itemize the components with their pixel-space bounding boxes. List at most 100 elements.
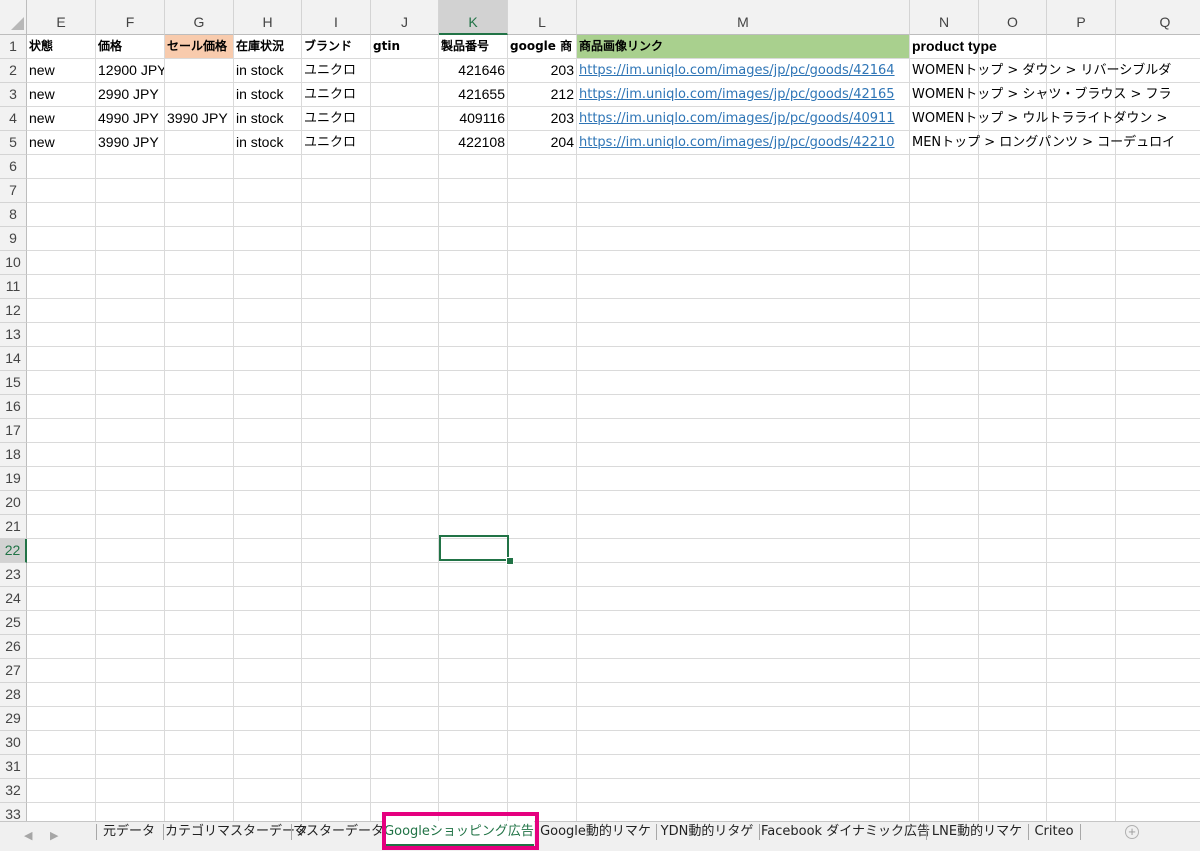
cell-l28[interactable] xyxy=(508,683,577,707)
cell-j21[interactable] xyxy=(371,515,439,539)
cell-j13[interactable] xyxy=(371,323,439,347)
cell-m32[interactable] xyxy=(577,779,910,803)
cell-l5[interactable]: 204 xyxy=(508,131,577,155)
cell-f11[interactable] xyxy=(96,275,165,299)
cell-l31[interactable] xyxy=(508,755,577,779)
cell-e19[interactable] xyxy=(27,467,96,491)
cell-q16[interactable] xyxy=(1116,395,1200,419)
cell-h12[interactable] xyxy=(234,299,302,323)
cell-m14[interactable] xyxy=(577,347,910,371)
cell-l17[interactable] xyxy=(508,419,577,443)
cell-m28[interactable] xyxy=(577,683,910,707)
cell-g30[interactable] xyxy=(165,731,234,755)
cell-e18[interactable] xyxy=(27,443,96,467)
cell-h4[interactable]: in stock xyxy=(234,107,302,131)
cell-f32[interactable] xyxy=(96,779,165,803)
row-header-29[interactable]: 29 xyxy=(0,707,27,731)
cell-n27[interactable] xyxy=(910,659,979,683)
cell-k30[interactable] xyxy=(439,731,508,755)
cell-i32[interactable] xyxy=(302,779,371,803)
row-header-32[interactable]: 32 xyxy=(0,779,27,803)
cell-g3[interactable] xyxy=(165,83,234,107)
cell-i1[interactable]: ブランド xyxy=(302,35,371,59)
cell-f7[interactable] xyxy=(96,179,165,203)
cell-l7[interactable] xyxy=(508,179,577,203)
cell-f6[interactable] xyxy=(96,155,165,179)
cell-q6[interactable] xyxy=(1116,155,1200,179)
cell-n8[interactable] xyxy=(910,203,979,227)
cell-g25[interactable] xyxy=(165,611,234,635)
cell-f18[interactable] xyxy=(96,443,165,467)
cell-i21[interactable] xyxy=(302,515,371,539)
cell-f3[interactable]: 2990 JPY xyxy=(96,83,165,107)
row-header-3[interactable]: 3 xyxy=(0,83,27,107)
cell-h29[interactable] xyxy=(234,707,302,731)
cell-m11[interactable] xyxy=(577,275,910,299)
sheet-tab-1[interactable]: 元データ xyxy=(98,822,160,844)
cell-l2[interactable]: 203 xyxy=(508,59,577,83)
cell-o9[interactable] xyxy=(979,227,1047,251)
cell-n9[interactable] xyxy=(910,227,979,251)
cell-i11[interactable] xyxy=(302,275,371,299)
column-header-e[interactable]: E xyxy=(27,0,96,35)
cell-e32[interactable] xyxy=(27,779,96,803)
cell-f21[interactable] xyxy=(96,515,165,539)
cell-f19[interactable] xyxy=(96,467,165,491)
cell-p7[interactable] xyxy=(1047,179,1116,203)
cell-m1[interactable]: 商品画像リンク xyxy=(577,35,910,59)
cell-k23[interactable] xyxy=(439,563,508,587)
cell-f25[interactable] xyxy=(96,611,165,635)
cell-k17[interactable] xyxy=(439,419,508,443)
cell-k3[interactable]: 421655 xyxy=(439,83,508,107)
cell-k15[interactable] xyxy=(439,371,508,395)
cell-p19[interactable] xyxy=(1047,467,1116,491)
column-header-n[interactable]: N xyxy=(910,0,979,35)
cell-g19[interactable] xyxy=(165,467,234,491)
cell-h23[interactable] xyxy=(234,563,302,587)
cell-p24[interactable] xyxy=(1047,587,1116,611)
cell-n32[interactable] xyxy=(910,779,979,803)
cell-e11[interactable] xyxy=(27,275,96,299)
cell-i28[interactable] xyxy=(302,683,371,707)
cell-l30[interactable] xyxy=(508,731,577,755)
column-header-m[interactable]: M xyxy=(577,0,910,35)
cell-l10[interactable] xyxy=(508,251,577,275)
cell-q30[interactable] xyxy=(1116,731,1200,755)
column-header-l[interactable]: L xyxy=(508,0,577,35)
cell-i24[interactable] xyxy=(302,587,371,611)
cell-g29[interactable] xyxy=(165,707,234,731)
cell-h31[interactable] xyxy=(234,755,302,779)
cell-g10[interactable] xyxy=(165,251,234,275)
cell-m15[interactable] xyxy=(577,371,910,395)
row-header-16[interactable]: 16 xyxy=(0,395,27,419)
cell-k28[interactable] xyxy=(439,683,508,707)
cell-j16[interactable] xyxy=(371,395,439,419)
cell-g2[interactable] xyxy=(165,59,234,83)
cell-n11[interactable] xyxy=(910,275,979,299)
cell-q13[interactable] xyxy=(1116,323,1200,347)
cell-h14[interactable] xyxy=(234,347,302,371)
cell-g31[interactable] xyxy=(165,755,234,779)
cell-j32[interactable] xyxy=(371,779,439,803)
cell-g9[interactable] xyxy=(165,227,234,251)
cell-i13[interactable] xyxy=(302,323,371,347)
cell-f20[interactable] xyxy=(96,491,165,515)
cell-n29[interactable] xyxy=(910,707,979,731)
cell-p8[interactable] xyxy=(1047,203,1116,227)
cell-o10[interactable] xyxy=(979,251,1047,275)
cell-m20[interactable] xyxy=(577,491,910,515)
cell-o26[interactable] xyxy=(979,635,1047,659)
cell-q32[interactable] xyxy=(1116,779,1200,803)
cell-f27[interactable] xyxy=(96,659,165,683)
row-header-20[interactable]: 20 xyxy=(0,491,27,515)
cell-i8[interactable] xyxy=(302,203,371,227)
cell-n33[interactable] xyxy=(910,803,979,821)
cell-j22[interactable] xyxy=(371,539,439,563)
cell-i33[interactable] xyxy=(302,803,371,821)
row-header-25[interactable]: 25 xyxy=(0,611,27,635)
cell-p23[interactable] xyxy=(1047,563,1116,587)
cell-o21[interactable] xyxy=(979,515,1047,539)
row-header-33[interactable]: 33 xyxy=(0,803,27,821)
cell-p11[interactable] xyxy=(1047,275,1116,299)
cell-f1[interactable]: 価格 xyxy=(96,35,165,59)
